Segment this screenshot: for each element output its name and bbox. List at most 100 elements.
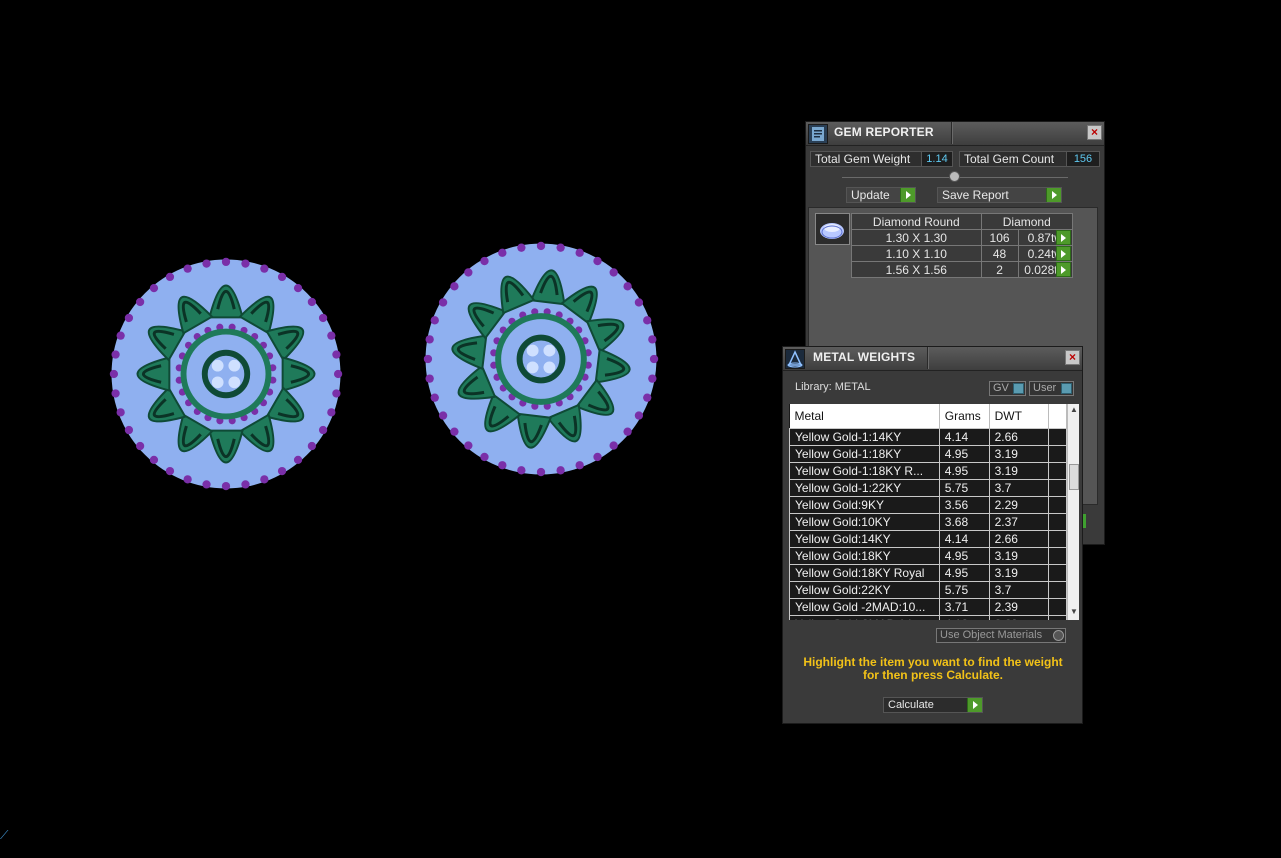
metal-row[interactable]: Yellow Gold:22KY 5.75 3.7	[789, 580, 1067, 599]
metal-spare-cell	[1048, 444, 1067, 463]
metal-spare-cell	[1048, 546, 1067, 565]
gem-row-select-button[interactable]	[1056, 246, 1071, 261]
total-gem-weight-label: Total Gem Weight	[810, 151, 922, 167]
scroll-thumb[interactable]	[1069, 464, 1079, 490]
metal-list[interactable]: Metal Grams DWT Yellow Gold-1:14KY 4.14 2.…	[789, 404, 1079, 620]
earring-model-right[interactable]	[418, 236, 664, 482]
metal-spare-cell	[1048, 614, 1067, 620]
gem-size: 1.56 X 1.56	[851, 261, 982, 278]
save-report-button[interactable]: Save Report	[937, 187, 1062, 203]
metal-grams: 4.14	[938, 529, 990, 548]
metal-row[interactable]: Yellow Gold:18KY Royal 4.95 3.19	[789, 563, 1067, 582]
metal-name: Yellow Gold-1:14KY	[789, 427, 940, 446]
instruction-hint: Highlight the item you want to find the …	[793, 656, 1073, 682]
total-gem-count-value: 156	[1066, 151, 1100, 167]
gem-shape-header: Diamond Round	[851, 213, 982, 230]
metal-weights-close-button[interactable]: ×	[1065, 350, 1080, 365]
toggle-knob-icon	[1061, 383, 1072, 394]
metal-grams: 3.68	[938, 512, 990, 531]
metal-weights-panel: METAL WEIGHTS × Library: METAL GV User M…	[782, 346, 1083, 724]
user-toggle[interactable]: User	[1029, 381, 1074, 396]
use-object-materials-toggle[interactable]: Use Object Materials	[936, 628, 1066, 643]
metal-name: Yellow Gold:18KY Royal	[789, 563, 940, 582]
gem-reporter-titlebar[interactable]: GEM REPORTER ×	[806, 122, 1104, 146]
gem-count: 2	[980, 261, 1019, 278]
hint-line-2: for then press Calculate.	[862, 668, 1004, 682]
metal-name: Yellow Gold-2MAD:14...	[789, 614, 940, 620]
metal-grams: 4.95	[938, 546, 990, 565]
metal-spare-cell	[1048, 461, 1067, 480]
metal-row[interactable]: Yellow Gold:9KY 3.56 2.29	[789, 495, 1067, 514]
dwt-column-header[interactable]: DWT	[989, 404, 1050, 428]
metal-grams: 4.95	[938, 563, 990, 582]
play-arrow-icon	[1046, 188, 1061, 202]
spare-column-header	[1048, 404, 1067, 428]
gv-toggle[interactable]: GV	[989, 381, 1026, 396]
metal-dwt: 2.39	[988, 597, 1050, 616]
gem-row[interactable]: 1.10 X 1.10 48 0.24tw	[851, 245, 1074, 262]
metal-list-scrollbar[interactable]: ▲ ▼	[1067, 404, 1079, 620]
scroll-up-icon[interactable]: ▲	[1068, 404, 1079, 416]
metal-row[interactable]: Yellow Gold -2MAD:10... 3.71 2.39	[789, 597, 1067, 616]
diamond-icon	[820, 223, 844, 239]
toggle-knob-icon	[1013, 383, 1024, 394]
gem-row-select-button[interactable]	[1056, 262, 1071, 277]
metal-name: Yellow Gold:9KY	[789, 495, 940, 514]
gem-count: 48	[980, 245, 1019, 262]
title-separator	[951, 122, 953, 144]
metal-weights-titlebar[interactable]: METAL WEIGHTS ×	[783, 347, 1082, 371]
metal-grams: 5.75	[938, 478, 990, 497]
gem-row-select-button[interactable]	[1056, 230, 1071, 245]
metal-name: Yellow Gold-1:18KY R...	[789, 461, 940, 480]
metal-spare-cell	[1048, 478, 1067, 497]
metal-dwt: 2.66	[988, 529, 1050, 548]
splitter-handle-icon[interactable]	[949, 171, 960, 182]
metal-spare-cell	[1048, 580, 1067, 599]
metal-row[interactable]: Yellow Gold-2MAD:14...4.182.69	[789, 614, 1067, 620]
gem-row[interactable]: 1.30 X 1.30 106 0.87tw	[851, 229, 1074, 246]
gem-size: 1.30 X 1.30	[851, 229, 982, 246]
metal-table: Metal Grams DWT Yellow Gold-1:14KY 4.14 2.…	[789, 404, 1067, 620]
metal-spare-cell	[1048, 597, 1067, 616]
metal-grams: 4.18	[938, 614, 990, 620]
metal-name: Yellow Gold -2MAD:10...	[789, 597, 940, 616]
metal-name: Yellow Gold:18KY	[789, 546, 940, 565]
grams-column-header[interactable]: Grams	[939, 404, 990, 428]
metal-dwt: 3.19	[988, 444, 1050, 463]
metal-row[interactable]: Yellow Gold:10KY 3.68 2.37	[789, 512, 1067, 531]
update-button-label: Update	[851, 188, 890, 202]
library-label: Library: METAL	[795, 381, 871, 393]
metal-dwt: 3.7	[988, 580, 1050, 599]
gem-row[interactable]: 1.56 X 1.56 2 0.028tw	[851, 261, 1074, 278]
gem-reporter-close-button[interactable]: ×	[1087, 125, 1102, 140]
metal-weights-icon	[785, 349, 805, 369]
update-button[interactable]: Update	[846, 187, 916, 203]
axis-indicator-icon: ⟋	[0, 828, 9, 842]
metal-spare-cell	[1048, 495, 1067, 514]
gem-material-header: Diamond	[980, 213, 1074, 230]
metal-dwt: 2.37	[988, 512, 1050, 531]
metal-row[interactable]: Yellow Gold:18KY 4.95 3.19	[789, 546, 1067, 565]
gem-count: 106	[980, 229, 1019, 246]
metal-name: Yellow Gold:10KY	[789, 512, 940, 531]
metal-row[interactable]: Yellow Gold-1:22KY 5.75 3.7	[789, 478, 1067, 497]
metal-spare-cell	[1048, 529, 1067, 548]
diamond-thumbnail[interactable]	[815, 213, 850, 245]
metal-dwt: 3.7	[988, 478, 1050, 497]
gem-table: Diamond Round Diamond 1.30 X 1.30 106 0.…	[851, 213, 1074, 278]
metal-row[interactable]: Yellow Gold-1:18KY R... 4.95 3.19	[789, 461, 1067, 480]
metal-dwt: 2.29	[988, 495, 1050, 514]
metal-spare-cell	[1048, 512, 1067, 531]
metal-row[interactable]: Yellow Gold:14KY 4.14 2.66	[789, 529, 1067, 548]
metal-row[interactable]: Yellow Gold-1:18KY 4.95 3.19	[789, 444, 1067, 463]
calculate-button[interactable]: Calculate	[883, 697, 983, 713]
user-toggle-label: User	[1033, 382, 1057, 394]
metal-dwt: 3.19	[988, 546, 1050, 565]
earring-model-left[interactable]	[104, 252, 348, 496]
total-gem-weight-value: 1.14	[921, 151, 953, 167]
calculate-button-label: Calculate	[888, 699, 934, 711]
scroll-down-icon[interactable]: ▼	[1068, 606, 1079, 618]
metal-column-header[interactable]: Metal	[789, 404, 940, 428]
title-separator	[927, 347, 929, 369]
metal-row[interactable]: Yellow Gold-1:14KY 4.14 2.66	[789, 427, 1067, 446]
